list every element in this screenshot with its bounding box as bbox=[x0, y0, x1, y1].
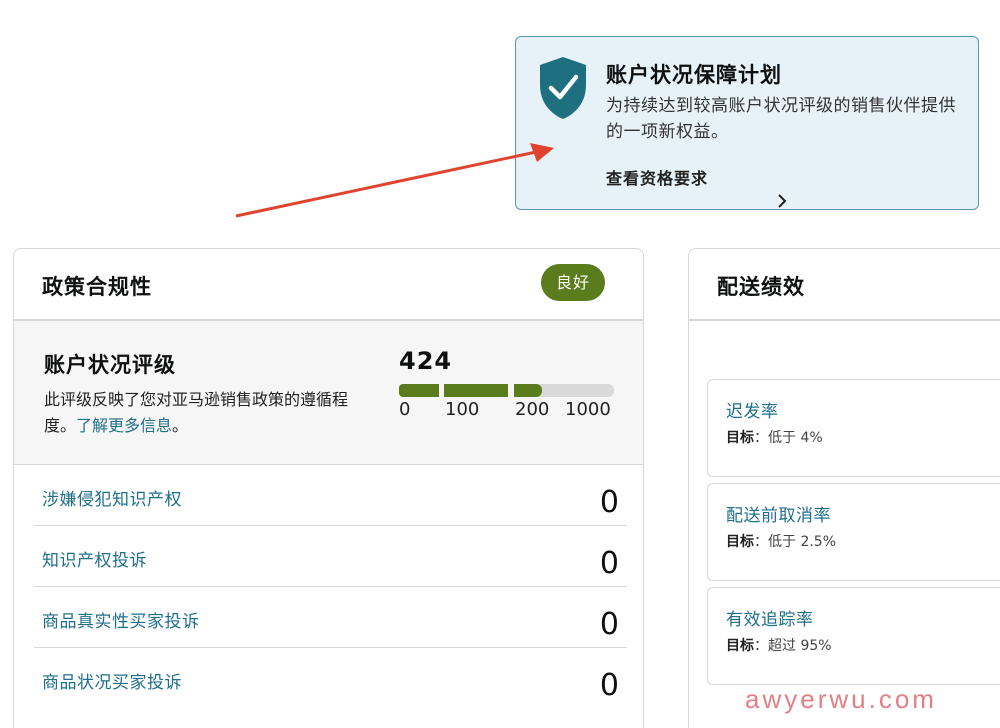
gauge-segment-2 bbox=[444, 384, 508, 397]
policy-row-ip-complaints[interactable]: 知识产权投诉 0 bbox=[34, 526, 627, 587]
chevron-right-icon[interactable] bbox=[774, 193, 790, 209]
policy-compliance-card: 政策合规性 良好 账户状况评级 此评级反映了您对亚马逊销售政策的遵循程度。了解更… bbox=[13, 248, 644, 728]
shipping-performance-card: 配送绩效 迟发率 目标：低于 4% 配送前取消率 目标：低于 2.5% 有效追踪… bbox=[688, 248, 1000, 728]
account-health-title: 账户状况评级 bbox=[44, 353, 176, 377]
account-health-description: 此评级反映了您对亚马逊销售政策的遵循程度。了解更多信息。 bbox=[44, 387, 374, 439]
policy-row-count: 0 bbox=[599, 607, 619, 642]
target-prefix: 目标 bbox=[726, 430, 754, 446]
policy-rows: 涉嫌侵犯知识产权 0 知识产权投诉 0 商品真实性买家投诉 0 商品状况买家投诉… bbox=[14, 465, 643, 709]
protection-plan-description: 为持续达到较高账户状况评级的销售伙伴提供的一项新权益。 bbox=[606, 96, 956, 142]
target-value: ：低于 4% bbox=[754, 430, 823, 446]
metric-pre-fulfillment-cancel-rate[interactable]: 配送前取消率 目标：低于 2.5% bbox=[707, 483, 1000, 581]
learn-more-link[interactable]: 了解更多信息 bbox=[76, 416, 172, 435]
health-gauge bbox=[399, 384, 615, 397]
shipping-metrics: 迟发率 目标：低于 4% 配送前取消率 目标：低于 2.5% 有效追踪率 目标：… bbox=[707, 379, 1000, 691]
gauge-tick-1000: 1000 bbox=[565, 399, 611, 420]
account-health-score: 424 bbox=[399, 347, 453, 375]
status-badge: 良好 bbox=[541, 264, 605, 301]
policy-card-header: 政策合规性 良好 bbox=[14, 249, 643, 321]
target-value: ：超过 95% bbox=[754, 638, 832, 654]
protection-plan-title: 账户状况保障计划 bbox=[606, 63, 782, 87]
shield-check-icon bbox=[540, 57, 586, 119]
annotation-arrow bbox=[235, 143, 554, 218]
metric-valid-tracking-rate[interactable]: 有效追踪率 目标：超过 95% bbox=[707, 587, 1000, 685]
policy-row-count: 0 bbox=[599, 546, 619, 581]
metric-name[interactable]: 有效追踪率 bbox=[726, 605, 814, 630]
gauge-segment-3-fill bbox=[514, 384, 542, 397]
metric-name[interactable]: 配送前取消率 bbox=[726, 501, 831, 526]
protection-plan-callout: 账户状况保障计划 为持续达到较高账户状况评级的销售伙伴提供的一项新权益。 查看资… bbox=[515, 36, 979, 210]
account-health-rating-section: 账户状况评级 此评级反映了您对亚马逊销售政策的遵循程度。了解更多信息。 424 … bbox=[14, 321, 643, 465]
policy-row-label[interactable]: 知识产权投诉 bbox=[42, 546, 147, 571]
target-value: ：低于 2.5% bbox=[754, 534, 837, 550]
gauge-ticks: 0 100 200 1000 bbox=[399, 399, 629, 421]
gauge-segment-1 bbox=[399, 384, 439, 397]
metric-late-shipment-rate[interactable]: 迟发率 目标：低于 4% bbox=[707, 379, 1000, 477]
description-suffix: 。 bbox=[172, 416, 189, 435]
policy-row-count: 0 bbox=[599, 668, 619, 703]
metric-target: 目标：超过 95% bbox=[726, 635, 832, 655]
policy-row-authenticity-complaints[interactable]: 商品真实性买家投诉 0 bbox=[34, 587, 627, 648]
target-prefix: 目标 bbox=[726, 638, 754, 654]
policy-card-title: 政策合规性 bbox=[42, 275, 152, 299]
policy-row-condition-complaints[interactable]: 商品状况买家投诉 0 bbox=[34, 648, 627, 709]
policy-row-label[interactable]: 商品真实性买家投诉 bbox=[42, 607, 200, 632]
metric-target: 目标：低于 4% bbox=[726, 427, 823, 447]
policy-row-suspected-ip-violations[interactable]: 涉嫌侵犯知识产权 0 bbox=[34, 465, 627, 526]
metric-name[interactable]: 迟发率 bbox=[726, 397, 779, 422]
watermark: awyerwu.com bbox=[745, 684, 937, 714]
shipping-card-title: 配送绩效 bbox=[717, 275, 805, 299]
view-eligibility-link[interactable]: 查看资格要求 bbox=[606, 165, 708, 189]
policy-row-label[interactable]: 涉嫌侵犯知识产权 bbox=[42, 485, 182, 510]
policy-row-label[interactable]: 商品状况买家投诉 bbox=[42, 668, 182, 693]
gauge-tick-0: 0 bbox=[399, 399, 411, 420]
gauge-tick-200: 200 bbox=[515, 399, 550, 420]
gauge-tick-100: 100 bbox=[445, 399, 480, 420]
policy-row-count: 0 bbox=[599, 485, 619, 520]
shipping-card-header: 配送绩效 bbox=[689, 249, 1000, 321]
target-prefix: 目标 bbox=[726, 534, 754, 550]
metric-target: 目标：低于 2.5% bbox=[726, 531, 836, 551]
